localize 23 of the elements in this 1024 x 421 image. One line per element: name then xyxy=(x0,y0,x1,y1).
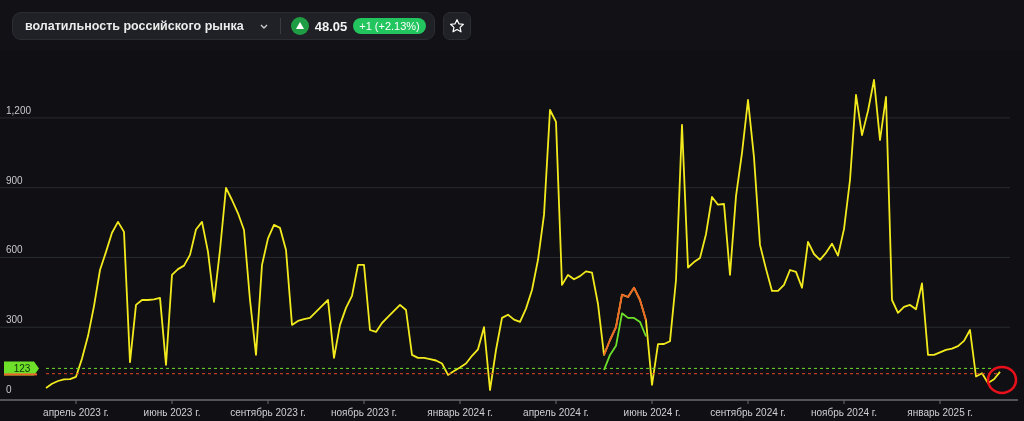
y-axis-label: 1,200 xyxy=(6,104,32,116)
x-axis-label: июнь 2023 г. xyxy=(143,407,201,418)
x-axis-label: июнь 2024 г. xyxy=(623,407,681,418)
x-axis-label: январь 2025 г. xyxy=(907,407,973,418)
x-axis-label: сентябрь 2024 г. xyxy=(710,407,786,418)
x-axis-label: апрель 2023 г. xyxy=(43,407,109,418)
x-axis-label: ноябрь 2023 г. xyxy=(331,407,397,418)
x-axis-label: январь 2024 г. xyxy=(427,407,493,418)
price-value: 48.05 xyxy=(314,18,348,34)
y-axis-label: 0 xyxy=(6,384,12,395)
y-axis-label: 300 xyxy=(6,314,23,326)
favorite-button[interactable] xyxy=(442,12,471,40)
change-badge: +1 (+2.13%) xyxy=(353,18,426,34)
star-icon xyxy=(448,18,465,34)
trend-icon xyxy=(290,17,309,35)
y-axis-label: 900 xyxy=(6,174,23,186)
caret-icon[interactable] xyxy=(259,23,268,29)
instrument-name[interactable]: волатильность российского рынка xyxy=(25,19,244,33)
x-axis-label: апрель 2024 г. xyxy=(523,407,589,418)
level-label: 123 xyxy=(4,361,39,376)
y-axis-label: 600 xyxy=(6,244,23,256)
x-axis-label: сентябрь 2023 г. xyxy=(230,407,306,418)
x-axis-label: ноябрь 2024 г. xyxy=(811,407,877,418)
